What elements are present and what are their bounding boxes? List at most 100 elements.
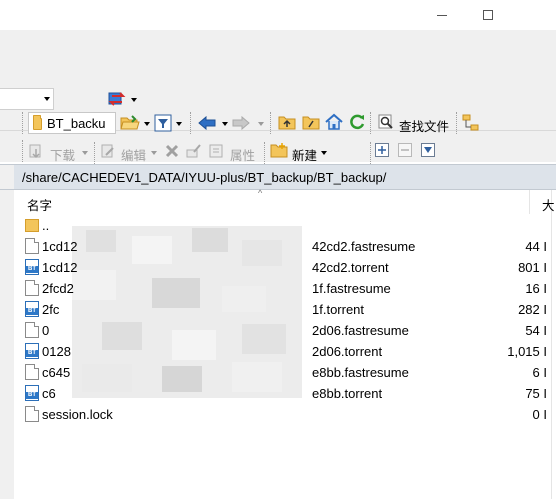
file-size: 44 I	[525, 239, 547, 254]
file-name-tail: 1f.torrent	[312, 302, 365, 317]
parent-directory-icon[interactable]	[278, 114, 296, 130]
new-folder-icon[interactable]	[270, 142, 288, 158]
torrent-icon: BT	[25, 343, 39, 359]
file-name-tail: e8bb.fastresume	[312, 365, 409, 380]
file-size: 6 I	[532, 365, 547, 380]
column-header-size[interactable]: 大	[542, 195, 555, 214]
list-header: 名字 ^ 大	[20, 188, 556, 214]
chevron-down-icon	[44, 97, 50, 101]
tree-view-icon[interactable]	[462, 114, 480, 132]
file-name-tail: 2d06.torrent	[312, 344, 383, 359]
file-list[interactable]: 名字 ^ 大 .. 1cd12 42cd2.fastresume 44 I BT 1cd1…	[0, 188, 556, 499]
file-row[interactable]: BT 1cd12 42cd2.torrent 801 I	[20, 257, 556, 278]
file-name-tail: e8bb.torrent	[312, 386, 383, 401]
minus-icon[interactable]	[398, 143, 412, 157]
remote-toolbar: BT_backu 查找文件	[20, 110, 556, 136]
file-size: 0 I	[532, 407, 547, 422]
plus-icon[interactable]	[375, 143, 389, 157]
session-combo[interactable]	[0, 88, 54, 110]
file-size: 75 I	[525, 386, 547, 401]
chevron-down-icon[interactable]	[176, 122, 182, 126]
toolbar-separator	[456, 112, 458, 134]
file-size: 54 I	[525, 323, 547, 338]
toolbar-separator	[370, 142, 372, 164]
delete-icon[interactable]	[164, 143, 180, 159]
filter-icon[interactable]	[154, 114, 172, 132]
back-arrow-icon[interactable]	[198, 116, 216, 130]
chevron-down-icon[interactable]	[258, 122, 264, 126]
toolbar-separator	[190, 112, 192, 134]
properties-icon[interactable]	[208, 143, 224, 159]
file-row[interactable]: BT c6 e8bb.torrent 75 I	[20, 383, 556, 404]
path-combo-value: BT_backu	[47, 116, 106, 131]
toolbar-grip	[22, 140, 24, 162]
path-bar: /share/CACHEDEV1_DATA/IYUU-plus/BT_backu…	[0, 164, 556, 190]
file-size: 801 I	[518, 260, 547, 275]
properties-button[interactable]: 属性	[230, 145, 255, 164]
forward-arrow-icon[interactable]	[232, 116, 250, 130]
torrent-icon: BT	[25, 259, 39, 275]
file-icon	[25, 280, 39, 296]
column-divider[interactable]	[529, 190, 530, 214]
file-name: session.lock	[42, 407, 113, 422]
rename-icon[interactable]	[186, 143, 202, 159]
file-row[interactable]: 0 2d06.fastresume 54 I	[20, 320, 556, 341]
chevron-down-icon[interactable]	[82, 151, 88, 155]
edit-icon[interactable]	[100, 143, 116, 159]
torrent-icon: BT	[25, 301, 39, 317]
minimize-button[interactable]	[419, 0, 465, 30]
toolbar-separator	[264, 142, 266, 164]
file-operations-toolbar: 下载 编辑 属性 新建	[20, 138, 556, 164]
invert-selection-icon[interactable]	[421, 143, 435, 157]
parent-folder-icon	[25, 219, 39, 232]
file-name: 2fcd2	[42, 281, 74, 296]
maximize-icon	[483, 10, 493, 20]
chevron-down-icon[interactable]	[321, 151, 327, 155]
file-row[interactable]: 1cd12 42cd2.fastresume 44 I	[20, 236, 556, 257]
file-name-tail: 2d06.fastresume	[312, 323, 409, 338]
synchronize-dropdown-icon[interactable]	[131, 98, 137, 102]
find-files-button[interactable]: 查找文件	[399, 116, 449, 135]
sort-ascending-icon: ^	[258, 188, 263, 198]
toolbar-grip	[22, 112, 24, 134]
chevron-down-icon[interactable]	[222, 122, 228, 126]
file-name: ..	[42, 218, 50, 233]
toolbar-separator	[270, 112, 272, 134]
file-name: c645	[42, 365, 71, 380]
file-row[interactable]: session.lock 0 I	[20, 404, 556, 425]
splitter	[0, 165, 14, 189]
file-size: 16 I	[525, 281, 547, 296]
file-row[interactable]: ..	[20, 215, 556, 236]
file-row[interactable]: BT 0128 2d06.torrent 1,015 I	[20, 341, 556, 362]
find-files-icon[interactable]	[378, 114, 394, 130]
file-row[interactable]: BT 2fc 1f.torrent 282 I	[20, 299, 556, 320]
maximize-button[interactable]	[465, 0, 511, 30]
file-name: 1cd12	[42, 260, 78, 275]
home-icon[interactable]	[325, 113, 343, 131]
file-row[interactable]: 2fcd2 1f.fastresume 16 I	[20, 278, 556, 299]
new-button[interactable]: 新建	[292, 145, 317, 164]
edit-button[interactable]: 编辑	[121, 145, 146, 164]
download-icon[interactable]	[28, 143, 44, 159]
file-name: 0	[42, 323, 50, 338]
path-combo[interactable]: BT_backu	[28, 112, 129, 134]
file-name: 2fc	[42, 302, 60, 317]
open-folder-icon[interactable]	[120, 114, 140, 132]
file-icon	[25, 238, 39, 254]
minimize-icon	[437, 14, 447, 16]
chevron-down-icon[interactable]	[151, 151, 157, 155]
file-row[interactable]: c645 e8bb.fastresume 6 I	[20, 362, 556, 383]
current-path[interactable]: /share/CACHEDEV1_DATA/IYUU-plus/BT_backu…	[22, 170, 386, 185]
file-name: 0128	[42, 344, 71, 359]
toolbar-separator	[370, 112, 372, 134]
synchronize-icon[interactable]	[108, 90, 126, 108]
download-button[interactable]: 下载	[50, 145, 75, 164]
file-name-tail: 42cd2.torrent	[312, 260, 389, 275]
file-name: c6	[42, 386, 56, 401]
root-directory-icon[interactable]	[302, 114, 320, 130]
column-header-name[interactable]: 名字	[27, 195, 52, 214]
refresh-icon[interactable]	[348, 113, 366, 131]
chevron-down-icon[interactable]	[144, 122, 150, 126]
file-name: 1cd12	[42, 239, 78, 254]
file-icon	[25, 322, 39, 338]
